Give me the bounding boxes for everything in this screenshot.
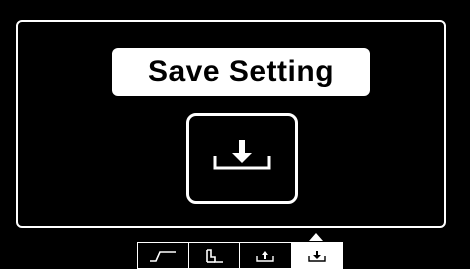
download-to-tray-icon	[213, 140, 271, 170]
step-profile-icon	[205, 248, 223, 263]
tab-save[interactable]	[291, 242, 343, 269]
pulse-waveform-icon	[149, 250, 176, 262]
tab-waveform[interactable]	[137, 242, 189, 269]
tab-step[interactable]	[188, 242, 240, 269]
active-tab-pointer	[309, 233, 323, 241]
download-tray-icon	[308, 250, 326, 262]
tab-load[interactable]	[240, 242, 292, 269]
save-button[interactable]	[186, 113, 298, 204]
mode-tab-bar	[137, 242, 343, 269]
dialog-title: Save Setting	[112, 48, 370, 96]
upload-tray-icon	[256, 250, 274, 262]
